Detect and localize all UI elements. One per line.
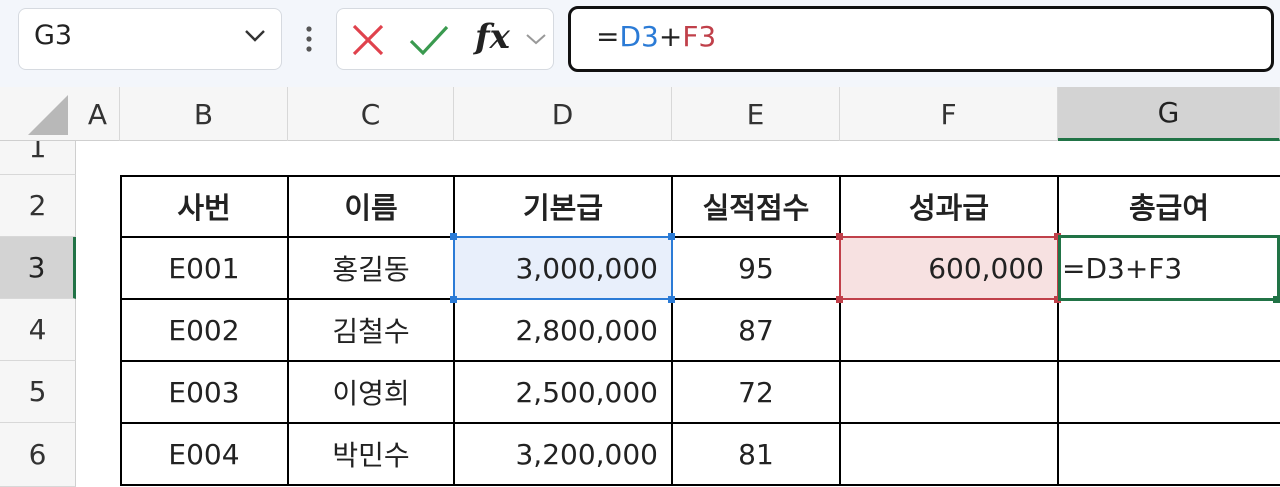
row-header-6[interactable]: 6: [0, 423, 76, 487]
cell-g6[interactable]: [1058, 423, 1280, 485]
formula-operator: +: [658, 20, 683, 53]
cell-e3[interactable]: 95: [672, 237, 840, 299]
column-header-g[interactable]: G: [1058, 87, 1280, 141]
cell-c6[interactable]: 박민수: [288, 423, 454, 485]
header-cell-total-salary[interactable]: 총급여: [1058, 175, 1280, 237]
column-header-d[interactable]: D: [454, 87, 672, 141]
cell-f4[interactable]: [840, 299, 1058, 361]
fill-handle[interactable]: [1273, 296, 1280, 303]
column-header-e[interactable]: E: [672, 87, 840, 141]
cell-d6[interactable]: 3,200,000: [454, 423, 672, 485]
column-header-c[interactable]: C: [288, 87, 454, 141]
cell-g4[interactable]: [1058, 299, 1280, 361]
header-cell-performance-score[interactable]: 실적점수: [672, 175, 840, 237]
row-header-1[interactable]: 1: [0, 141, 76, 175]
cell-b4[interactable]: E002: [120, 299, 288, 361]
select-all-button[interactable]: [0, 87, 76, 141]
insert-function-icon[interactable]: fx: [475, 17, 510, 57]
cell-f5[interactable]: [840, 361, 1058, 423]
cell-d5[interactable]: 2,500,000: [454, 361, 672, 423]
ref-border-d3: [453, 236, 673, 300]
ref-border-f3: [839, 236, 1059, 300]
ref-handle[interactable]: [668, 296, 675, 303]
active-cell-border: [1058, 235, 1280, 301]
chevron-down-icon[interactable]: [242, 26, 268, 46]
ref-handle[interactable]: [836, 296, 843, 303]
formula-text[interactable]: =D3+F3: [596, 20, 716, 53]
cell-c4[interactable]: 김철수: [288, 299, 454, 361]
cell-e6[interactable]: 81: [672, 423, 840, 485]
cancel-icon[interactable]: [350, 22, 386, 58]
cell-d4[interactable]: 2,800,000: [454, 299, 672, 361]
chevron-down-icon[interactable]: [524, 30, 548, 48]
cell-b3[interactable]: E001: [120, 237, 288, 299]
cell-f6[interactable]: [840, 423, 1058, 485]
row-header-3[interactable]: 3: [0, 237, 76, 299]
cell-g5[interactable]: [1058, 361, 1280, 423]
header-cell-name[interactable]: 이름: [288, 175, 454, 237]
enter-check-icon[interactable]: [408, 22, 450, 58]
cell-c5[interactable]: 이영희: [288, 361, 454, 423]
cell-b6[interactable]: E004: [120, 423, 288, 485]
ref-handle[interactable]: [836, 233, 843, 240]
formula-ref-d3: D3: [619, 20, 659, 53]
ref-handle[interactable]: [668, 233, 675, 240]
cell-e5[interactable]: 72: [672, 361, 840, 423]
column-header-a[interactable]: A: [76, 87, 120, 141]
formula-ref-f3: F3: [682, 20, 717, 53]
cell-c3[interactable]: 홍길동: [288, 237, 454, 299]
formula-equals: =: [596, 20, 620, 53]
cell-b5[interactable]: E003: [120, 361, 288, 423]
header-cell-bonus[interactable]: 성과급: [840, 175, 1058, 237]
more-options-icon[interactable]: [304, 24, 314, 54]
column-header-b[interactable]: B: [120, 87, 288, 141]
name-box-value[interactable]: G3: [34, 20, 72, 51]
header-cell-base-salary[interactable]: 기본급: [454, 175, 672, 237]
ref-handle[interactable]: [450, 296, 457, 303]
ref-handle[interactable]: [450, 233, 457, 240]
row-header-4[interactable]: 4: [0, 299, 76, 361]
row-header-2[interactable]: 2: [0, 175, 76, 237]
header-cell-employee-id[interactable]: 사번: [120, 175, 288, 237]
column-header-f[interactable]: F: [840, 87, 1058, 141]
row-header-5[interactable]: 5: [0, 361, 76, 423]
cell-e4[interactable]: 87: [672, 299, 840, 361]
